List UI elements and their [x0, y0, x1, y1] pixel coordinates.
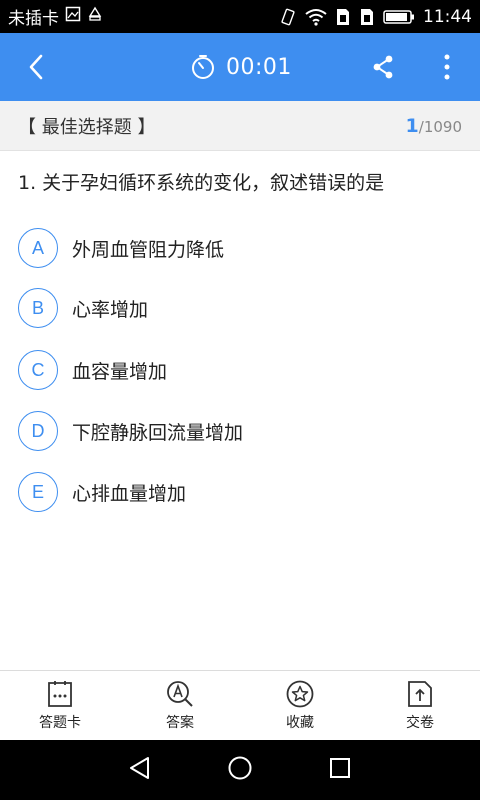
tab-answer-card[interactable]: 答题卡: [0, 671, 120, 740]
option-a[interactable]: A 外周血管阻力降低: [18, 226, 458, 270]
option-text: 下腔静脉回流量增加: [72, 421, 244, 444]
option-letter: C: [18, 350, 58, 390]
carrier-text: 未插卡: [8, 9, 59, 29]
sim2-icon: [359, 8, 375, 26]
share-icon: [373, 55, 393, 79]
more-vertical-icon: [444, 54, 450, 80]
timer-text: 00:01: [226, 54, 292, 80]
tab-label: 收藏: [286, 714, 314, 731]
answer-search-icon: [167, 680, 193, 707]
nav-back-button[interactable]: [127, 755, 153, 785]
submit-icon: [408, 680, 432, 707]
battery-icon: [383, 9, 415, 25]
option-text: 外周血管阻力降低: [72, 238, 225, 261]
section-bar: 【 最佳选择题 】 1/1090: [0, 101, 480, 151]
app-bar: 00:01: [0, 33, 480, 101]
triangle-back-icon: [130, 757, 149, 779]
question-progress: 1/1090: [406, 115, 462, 137]
tab-label: 答题卡: [39, 714, 81, 731]
nav-recents-button[interactable]: [327, 755, 353, 785]
status-bar: 未插卡 11:44: [0, 0, 480, 33]
share-button[interactable]: [365, 49, 401, 85]
star-icon: [286, 680, 314, 707]
option-text: 血容量增加: [72, 360, 168, 383]
tab-answer[interactable]: 答案: [120, 671, 240, 740]
option-d[interactable]: D 下腔静脉回流量增加: [18, 409, 458, 453]
sim1-icon: [335, 8, 351, 26]
clock-time: 11:44: [423, 6, 472, 27]
tab-submit[interactable]: 交卷: [360, 671, 480, 740]
question-text: 1. 关于孕妇循环系统的变化，叙述错误的是: [18, 172, 385, 194]
option-c[interactable]: C 血容量增加: [18, 348, 458, 392]
timer[interactable]: 00:01: [190, 51, 292, 83]
tab-favorite[interactable]: 收藏: [240, 671, 360, 740]
wifi-icon: [305, 8, 327, 26]
more-button[interactable]: [432, 49, 462, 85]
progress-current: 1: [405, 114, 419, 137]
question-type-title: 【 最佳选择题 】: [18, 116, 156, 138]
tab-label: 交卷: [406, 714, 434, 731]
circle-home-icon: [228, 756, 252, 780]
option-text: 心率增加: [72, 298, 149, 321]
vibrate-icon: [279, 8, 297, 26]
option-text: 心排血量增加: [72, 482, 187, 505]
bottom-toolbar: 答题卡 答案 收藏 交卷: [0, 670, 480, 740]
nav-home-button[interactable]: [227, 755, 253, 785]
option-letter: B: [18, 288, 58, 328]
stopwatch-icon: [192, 55, 214, 79]
option-letter: D: [18, 411, 58, 451]
option-e[interactable]: E 心排血量增加: [18, 470, 458, 514]
option-letter: E: [18, 472, 58, 512]
option-b[interactable]: B 心率增加: [18, 286, 458, 330]
option-letter: A: [18, 228, 58, 268]
tab-label: 答案: [166, 714, 194, 731]
progress-total: /1090: [418, 117, 462, 136]
notification-icon: [87, 6, 103, 27]
answer-card-icon: [48, 680, 72, 707]
back-button[interactable]: [16, 49, 56, 85]
back-arrow-icon: [29, 54, 43, 80]
image-icon: [65, 6, 81, 27]
square-recents-icon: [330, 758, 350, 778]
system-nav-bar: [0, 740, 480, 800]
